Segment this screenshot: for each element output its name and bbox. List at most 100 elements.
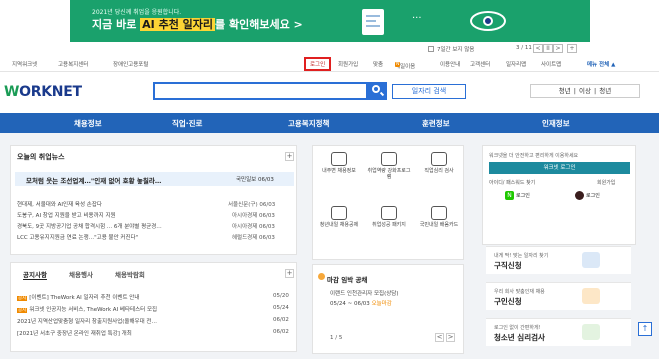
clock-icon xyxy=(318,273,325,280)
promo-banner[interactable]: 2021년 당신께 취업을 응원합니다. 지금 바로 AI 추천 일자리 를 확인… xyxy=(0,0,659,42)
scroll-top-button[interactable]: ↑ xyxy=(638,322,652,336)
login-hint: 워크넷을 더 안전하고 편리하게 이용하세요 xyxy=(489,153,579,159)
service-capability[interactable]: 취업역량 강화프로그램 xyxy=(366,152,412,180)
job-search-button[interactable]: 일자리 검색 xyxy=(392,84,466,99)
banner-add-button[interactable]: + xyxy=(567,44,577,53)
deadline-title: 마감 임박 공채 xyxy=(327,276,368,284)
util-link-sitemap[interactable]: 사이트맵 xyxy=(541,60,561,68)
service-learning-card[interactable]: 국민내일 배움카드 xyxy=(416,206,462,228)
service-psych-test[interactable]: 직업심리 검사 xyxy=(416,152,462,174)
nav-talent[interactable]: 인재정보 xyxy=(542,118,570,129)
deadline-prev-button[interactable]: < xyxy=(435,333,444,342)
news-item[interactable]: 경북도, 9곳 지방공기업 공채 합격시험 ... 6개 분야별 평균경… xyxy=(17,222,162,230)
nav-recruit[interactable]: 채용정보 xyxy=(74,118,102,129)
new-badge: N xyxy=(395,62,401,67)
tab-notice[interactable]: 공지사항 xyxy=(23,269,47,280)
tab-fairs[interactable]: 채용박람회 xyxy=(115,269,145,279)
util-link-disabled[interactable]: 장애인고용포털 xyxy=(113,60,148,68)
news-item[interactable]: LCC 고용유지지원금 연료 논쟁…"고용 불안 커진다" xyxy=(17,233,138,241)
util-link-join[interactable]: 회원가입 xyxy=(338,60,358,68)
util-link-custom[interactable]: 맞춤 xyxy=(373,60,383,68)
service-youth-deduction[interactable]: 청년내일 채용공제 xyxy=(316,206,362,228)
deadline-company[interactable]: 이랜드 인천관리자 모집(상담) xyxy=(330,289,399,297)
news-more-button[interactable]: + xyxy=(285,152,294,161)
deadline-badge: 오늘마감 xyxy=(371,301,392,307)
search-button[interactable] xyxy=(368,82,387,100)
notice-item[interactable]: 2021년 지역산업맞춤형 일자리 창출지원사업(올해우대 전… xyxy=(17,317,157,325)
piggybank-icon xyxy=(331,206,347,220)
nav-career[interactable]: 직업·진로 xyxy=(172,118,202,129)
news-source: 헤럴드경제 06/03 xyxy=(232,235,275,241)
news-title: 오늘의 취업뉴스 xyxy=(17,153,65,161)
nav-welfare[interactable]: 고용복지정책 xyxy=(288,118,329,129)
util-link-center[interactable]: 고용복지센터 xyxy=(58,60,88,68)
banner-counter: 3 / 11 xyxy=(516,45,532,51)
news-item[interactable]: 도봉구, AI 창업 지원을 받고 비용까지 지원 xyxy=(17,211,116,219)
services-panel: 내주변 채용정보 취업역량 강화프로그램 직업심리 검사 청년내일 채용공제 취… xyxy=(312,145,464,260)
notice-item[interactable]: [2021년 서초구 중장년 온라인 재취업 특강] 개최 xyxy=(17,329,132,337)
map-icon xyxy=(331,152,347,166)
notice-tag: 공지 xyxy=(17,308,28,313)
worknet-login-button[interactable]: 워크넷 로그인 xyxy=(489,162,630,174)
notice-item[interactable]: 공지 [이벤트] TheWork AI 일자리 추천 이벤트 안내 xyxy=(17,293,139,301)
news-source: 아시아경제 06/03 xyxy=(232,213,275,219)
youth-icon xyxy=(582,324,600,340)
main-nav: 채용정보 직업·진로 고용복지정책 훈련정보 인재정보 xyxy=(0,113,659,133)
login-panel: 워크넷을 더 안전하고 편리하게 이용하세요 워크넷 로그인 아이디/ 패스워드… xyxy=(482,145,636,245)
banner-dots: ··· xyxy=(412,13,422,24)
deadline-pager: 1 / 5 xyxy=(330,335,343,341)
news-item[interactable]: 현대제, 서울대와 AI인재 육성 손잡다 xyxy=(17,200,102,208)
banner-pause-button[interactable]: II xyxy=(543,44,553,53)
news-source: 아시아경제 06/03 xyxy=(232,224,275,230)
news-source: 서울신문(구) 06/03 xyxy=(228,202,276,208)
naver-icon: N xyxy=(505,191,514,200)
news-featured-source: 국민일보 06/03 xyxy=(236,177,274,183)
hide-checkbox[interactable] xyxy=(428,46,434,52)
naver-login-button[interactable]: N 로그인 xyxy=(505,191,530,201)
service-success-package[interactable]: 취업성공 패키지 xyxy=(366,206,412,228)
util-link-guide[interactable]: 이용안내 xyxy=(440,60,460,68)
join-link[interactable]: 회원가입 xyxy=(597,179,615,186)
hide-label[interactable]: 7일간 보지 않음 xyxy=(437,45,474,53)
heart-hand-icon xyxy=(431,152,447,166)
deadline-next-button[interactable]: > xyxy=(446,333,455,342)
pen-paper-icon xyxy=(582,252,600,268)
eye-icon xyxy=(470,11,506,31)
banner-next-button[interactable]: > xyxy=(553,44,563,53)
utility-bar: 지역워크넷 고용복지센터 장애인고용포털 로그인 회원가입 맞춤 내일이음 N 이… xyxy=(0,57,659,72)
banner-line2: 지금 바로 AI 추천 일자리 를 확인해보세요 > xyxy=(92,18,303,31)
kakao-icon xyxy=(575,191,584,200)
thumbs-up-icon xyxy=(381,206,397,220)
util-link-regional[interactable]: 지역워크넷 xyxy=(12,60,37,68)
notice-item[interactable]: 공지 워크넷 인공지능 서비스, TheWork AI 베타테스터 모집 xyxy=(17,305,157,313)
youth-test-card[interactable]: 로그인 없이 간편하게! 청소년 심리검사 xyxy=(486,318,631,346)
search-icon xyxy=(372,85,380,93)
banner-controls: 7일간 보지 않음 3 / 11 < II > + xyxy=(0,42,659,56)
tab-events[interactable]: 채용행사 xyxy=(69,269,93,279)
job-seeker-card[interactable]: 내게 딱! 맞는 일자리 찾기 구직신청 xyxy=(486,246,631,274)
banner-prev-button[interactable]: < xyxy=(533,44,543,53)
employer-card[interactable]: 우리 회사 맞춤인재 채용 구인신청 xyxy=(486,282,631,310)
notice-date: 05/24 xyxy=(273,305,289,311)
util-link-support[interactable]: 고객센터 xyxy=(470,60,490,68)
login-link[interactable]: 로그인 xyxy=(304,57,332,71)
kakao-login-button[interactable]: 로그인 xyxy=(575,191,600,201)
notice-panel: 공지사항 채용행사 채용박람회 + 공지 [이벤트] TheWork AI 일자리… xyxy=(10,262,297,352)
notice-tag: 공지 xyxy=(17,296,28,301)
banner-line1: 2021년 당신께 취업을 응원합니다. xyxy=(92,9,182,16)
find-account-link[interactable]: 아이디/ 패스워드 찾기 xyxy=(489,179,535,186)
resume-icon xyxy=(362,9,384,35)
service-nearby-jobs[interactable]: 내주변 채용정보 xyxy=(316,152,362,174)
worknet-logo[interactable]: WORKNET xyxy=(4,84,82,100)
search-input[interactable] xyxy=(153,82,368,100)
news-featured[interactable]: 모처럼 웃는 조선업계…"인재 없어 호황 놓칠라… 국민일보 06/03 xyxy=(15,172,294,186)
news-panel: 오늘의 취업뉴스 + 모처럼 웃는 조선업계…"인재 없어 호황 놓칠라… 국민… xyxy=(10,145,297,255)
popular-keywords[interactable]: 청년 | 이상 | 청년 xyxy=(530,84,640,98)
banner-highlight: AI 추천 일자리 xyxy=(140,18,216,31)
full-menu-toggle[interactable]: 메뉴 전체 ▲ xyxy=(587,60,615,68)
nav-training[interactable]: 훈련정보 xyxy=(422,118,450,129)
util-link-jobmap[interactable]: 일자리맵 xyxy=(506,60,526,68)
notice-more-button[interactable]: + xyxy=(285,269,294,278)
handshake-icon xyxy=(381,152,397,166)
card-icon xyxy=(431,206,447,220)
